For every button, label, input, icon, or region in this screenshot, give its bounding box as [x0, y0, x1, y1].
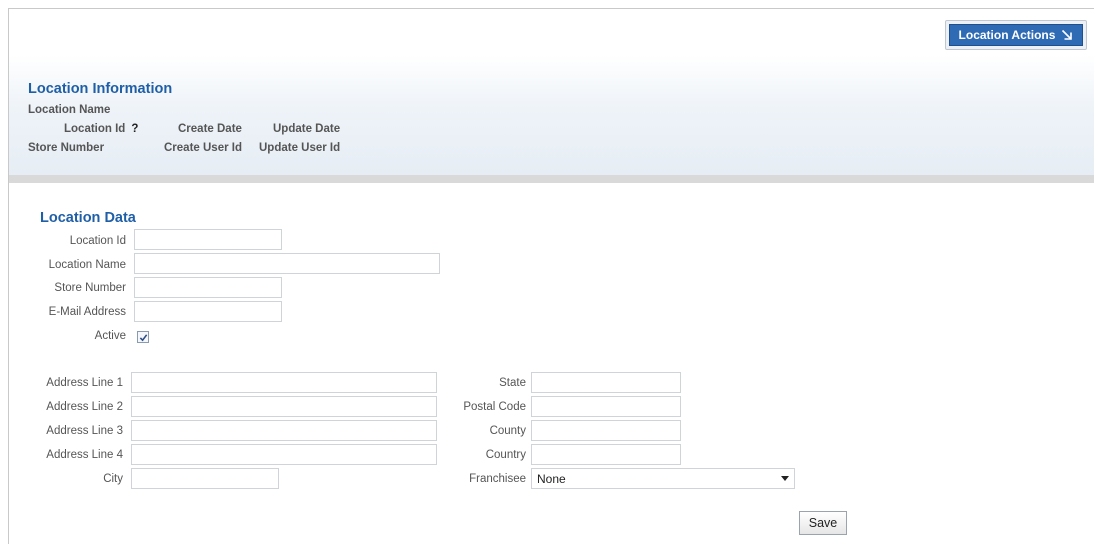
store-number-input[interactable] — [134, 277, 282, 298]
state-input[interactable] — [531, 372, 681, 393]
postal-code-input[interactable] — [531, 396, 681, 417]
section-divider — [9, 175, 1094, 183]
county-label: County — [489, 425, 526, 437]
email-input[interactable] — [134, 301, 282, 322]
create-user-id-label: Create User Id — [164, 142, 242, 154]
location-id-field-label: Location Id — [69, 235, 126, 247]
location-data-title: Location Data — [40, 210, 136, 226]
franchisee-select[interactable]: None — [531, 468, 795, 489]
save-button[interactable]: Save — [799, 511, 847, 535]
address-line-4-input[interactable] — [131, 444, 437, 465]
help-icon[interactable]: ? — [131, 123, 138, 135]
active-checkbox[interactable] — [137, 331, 149, 343]
update-user-id-label: Update User Id — [259, 142, 341, 154]
address-line-1-label: Address Line 1 — [46, 377, 123, 389]
store-number-field-label: Store Number — [54, 282, 126, 294]
location-actions-button[interactable]: Location Actions — [949, 24, 1083, 46]
franchisee-label: Franchisee — [469, 473, 526, 485]
franchisee-selected-value: None — [537, 471, 566, 486]
location-name-input[interactable] — [134, 253, 440, 274]
address-line-2-input[interactable] — [131, 396, 437, 417]
create-date-label: Create Date — [178, 123, 242, 135]
page-frame: Location Actions Location Information Lo… — [8, 8, 1094, 544]
location-actions-label: Location Actions — [958, 28, 1056, 42]
location-information-panel: Location Actions Location Information Lo… — [9, 9, 1094, 175]
county-input[interactable] — [531, 420, 681, 441]
active-field-label: Active — [94, 330, 126, 342]
update-date-label: Update Date — [273, 123, 341, 135]
state-label: State — [499, 377, 526, 389]
store-number-label: Store Number — [28, 142, 105, 154]
address-line-4-label: Address Line 4 — [46, 449, 123, 461]
email-field-label: E-Mail Address — [48, 306, 126, 318]
address-line-1-input[interactable] — [131, 372, 437, 393]
dropdown-caret-icon — [781, 476, 789, 481]
location-id-input[interactable] — [134, 229, 282, 250]
address-line-3-label: Address Line 3 — [46, 425, 123, 437]
country-input[interactable] — [531, 444, 681, 465]
location-name-field-label: Location Name — [48, 259, 126, 271]
location-name-label: Location Name — [28, 104, 111, 116]
city-label: City — [103, 473, 123, 485]
location-information-title: Location Information — [28, 81, 173, 97]
checkmark-icon — [139, 333, 147, 341]
arrow-down-right-icon — [1062, 29, 1073, 40]
postal-code-label: Postal Code — [463, 401, 526, 413]
address-line-3-input[interactable] — [131, 420, 437, 441]
address-line-2-label: Address Line 2 — [46, 401, 123, 413]
city-input[interactable] — [131, 468, 279, 489]
location-id-label: Location Id? — [64, 123, 139, 135]
location-actions-menu[interactable]: Location Actions — [945, 20, 1087, 50]
country-label: Country — [485, 449, 526, 461]
